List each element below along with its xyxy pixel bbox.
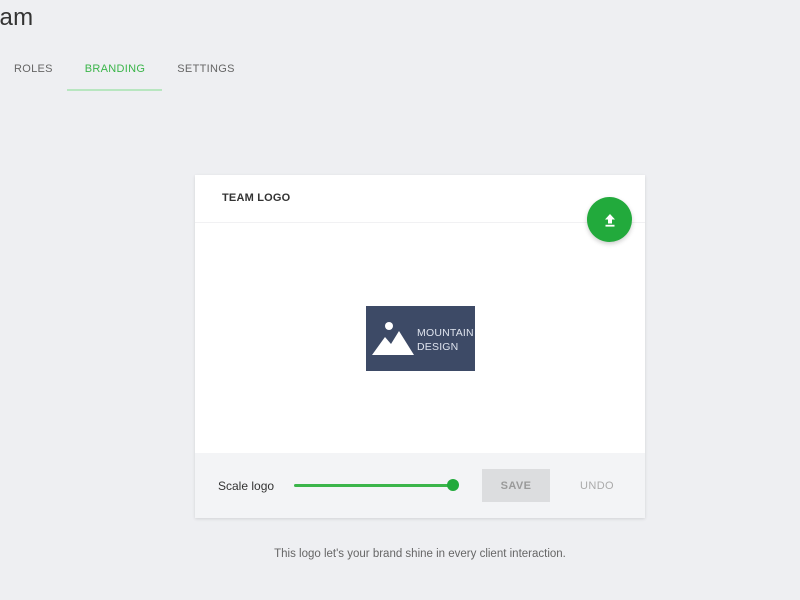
tab-branding[interactable]: BRANDING	[70, 56, 160, 92]
undo-button[interactable]: UNDO	[567, 469, 627, 502]
branding-caption: This logo let's your brand shine in ever…	[274, 548, 566, 560]
tab-settings[interactable]: SETTINGS	[175, 56, 237, 92]
mountain-image-icon	[372, 322, 414, 355]
tab-roles[interactable]: ROLES	[14, 56, 52, 92]
scale-slider-thumb[interactable]	[447, 479, 459, 491]
card-footer: Scale logo SAVE UNDO	[195, 453, 645, 518]
team-branding-page: eam ROLES BRANDING SETTINGS TEAM LOGO MO…	[0, 0, 800, 600]
page-title: eam	[0, 4, 34, 31]
logo-text: MOUNTAIN DESIGN	[417, 326, 474, 354]
logo-preview: MOUNTAIN DESIGN	[366, 306, 475, 371]
upload-icon	[604, 213, 615, 227]
scale-logo-label: Scale logo	[218, 479, 275, 493]
logo-text-line-1: MOUNTAIN	[417, 327, 474, 339]
logo-text-line-2: DESIGN	[417, 341, 459, 353]
card-header: TEAM LOGO	[195, 175, 645, 223]
tab-bar: ROLES BRANDING SETTINGS	[0, 56, 300, 92]
active-tab-indicator	[67, 89, 162, 91]
scale-slider-track[interactable]	[294, 484, 454, 487]
upload-button[interactable]	[587, 197, 632, 242]
save-button[interactable]: SAVE	[482, 469, 550, 502]
team-logo-card: TEAM LOGO MOUNTAIN DESIGN Scale logo SAV…	[195, 175, 645, 518]
card-title: TEAM LOGO	[222, 192, 291, 204]
